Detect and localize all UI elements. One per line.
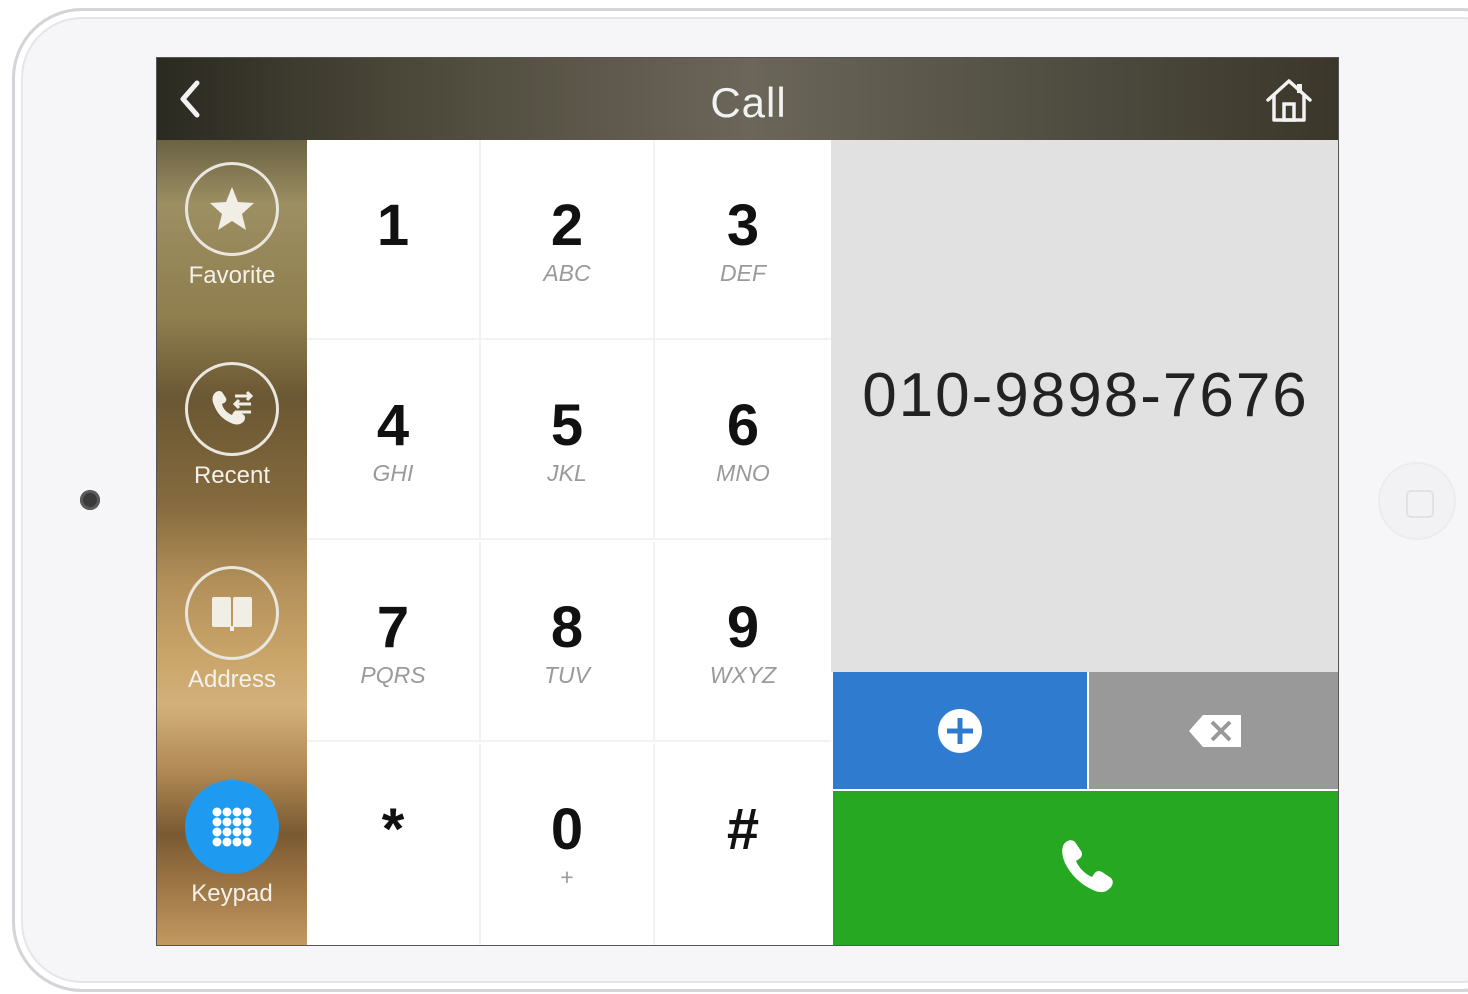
star-icon xyxy=(210,187,254,230)
book-icon xyxy=(212,597,252,631)
plus-circle-icon xyxy=(938,708,982,753)
call-button[interactable] xyxy=(833,791,1338,945)
key-letters: DEF xyxy=(720,260,766,286)
home-icon xyxy=(1266,79,1312,122)
key-digit: * xyxy=(381,797,405,862)
phone-icon xyxy=(1061,840,1113,893)
key-3[interactable]: 3 DEF xyxy=(655,140,831,340)
key-letters: GHI xyxy=(372,460,414,486)
key-digit: 6 xyxy=(726,393,760,458)
sidebar-item-label: Keypad xyxy=(191,880,273,907)
sidebar-item-label: Favorite xyxy=(188,262,276,289)
key-digit: 9 xyxy=(726,595,760,660)
key-digit: 2 xyxy=(550,193,584,258)
phone-transfer-icon xyxy=(212,390,254,425)
dial-keypad: 1 2 ABC 3 DEF 4 GHI 5 JKL 6 MNO 7 PQRS 8 xyxy=(307,140,831,945)
key-digit: 1 xyxy=(376,193,410,258)
add-contact-button[interactable] xyxy=(833,672,1087,789)
sidebar-item-label: Recent xyxy=(193,462,271,489)
key-digit: 8 xyxy=(550,595,584,660)
sidebar-item-favorite[interactable]: Favorite xyxy=(157,162,307,322)
number-display: 010-9898-7676 xyxy=(831,140,1338,672)
app-screen: Call Favorite Recent Address Keypad 1 2 … xyxy=(156,57,1339,946)
key-8[interactable]: 8 TUV xyxy=(481,542,655,742)
key-0[interactable]: 0 + xyxy=(481,744,655,945)
chevron-left-icon xyxy=(180,80,200,118)
title-bar: Call xyxy=(157,58,1338,140)
key-letters: PQRS xyxy=(360,662,426,688)
key-letters: + xyxy=(560,864,574,890)
key-7[interactable]: 7 PQRS xyxy=(307,542,481,742)
key-digit: # xyxy=(726,797,760,862)
back-button[interactable] xyxy=(167,76,213,122)
favorite-circle xyxy=(185,162,279,256)
key-digit: 7 xyxy=(376,595,410,660)
keypad-grid-icon xyxy=(212,807,252,847)
delete-button[interactable] xyxy=(1089,672,1338,789)
key-letters: WXYZ xyxy=(709,662,777,688)
camera-dot xyxy=(80,490,100,510)
key-2[interactable]: 2 ABC xyxy=(481,140,655,340)
key-letters: TUV xyxy=(544,662,590,688)
key-4[interactable]: 4 GHI xyxy=(307,340,481,540)
key-digit: 5 xyxy=(550,393,584,458)
key-letters: JKL xyxy=(547,460,587,486)
sidebar-item-recent[interactable]: Recent xyxy=(157,362,307,522)
sidebar-item-address[interactable]: Address xyxy=(157,566,307,726)
sidebar-item-label: Address xyxy=(187,666,277,693)
key-star[interactable]: * xyxy=(307,744,481,945)
key-digit: 4 xyxy=(376,393,410,458)
key-letters: ABC xyxy=(543,260,591,286)
key-hash[interactable]: # xyxy=(655,744,831,945)
key-digit: 0 xyxy=(550,797,584,862)
device-home-button[interactable] xyxy=(1378,462,1456,540)
key-5[interactable]: 5 JKL xyxy=(481,340,655,540)
dialed-number: 010-9898-7676 xyxy=(862,361,1309,430)
key-digit: 3 xyxy=(726,193,760,258)
recent-circle xyxy=(185,362,279,456)
home-button[interactable] xyxy=(1262,74,1316,128)
key-letters: MNO xyxy=(716,460,770,486)
key-1[interactable]: 1 xyxy=(307,140,481,340)
key-6[interactable]: 6 MNO xyxy=(655,340,831,540)
sidebar: Favorite Recent Address Keypad xyxy=(157,140,307,945)
page-title: Call xyxy=(710,79,787,126)
sidebar-item-keypad[interactable]: Keypad xyxy=(157,780,307,940)
key-9[interactable]: 9 WXYZ xyxy=(655,542,831,742)
backspace-icon xyxy=(1188,714,1241,747)
keypad-circle xyxy=(185,780,279,874)
address-circle xyxy=(185,566,279,660)
